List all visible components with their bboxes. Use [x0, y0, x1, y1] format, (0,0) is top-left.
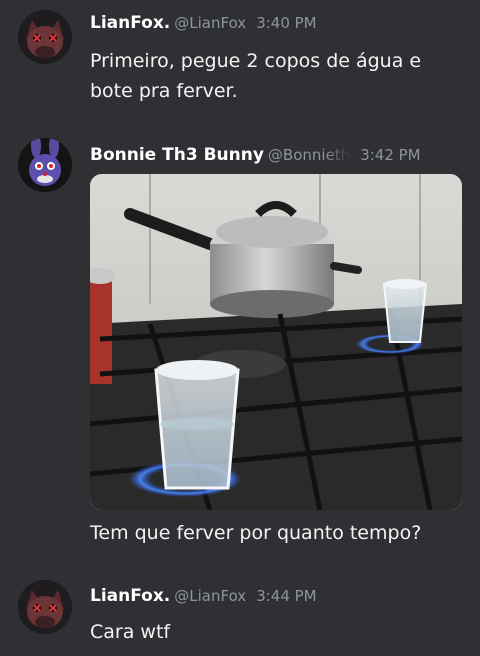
author-name[interactable]: LianFox. — [90, 586, 170, 606]
author-name[interactable]: LianFox. — [90, 13, 170, 33]
tweet-time[interactable]: 3:40 PM — [256, 14, 316, 32]
tweet-1-header: LianFox. @LianFox 3:40 PM — [90, 12, 466, 34]
author-handle[interactable]: @LianFox — [174, 587, 246, 605]
tweet-1-text: Primeiro, pegue 2 copos de água e bote p… — [90, 46, 460, 106]
author-handle[interactable]: @Bonnieth — [268, 144, 350, 166]
tweet-text-line: bote pra ferver. — [90, 80, 238, 102]
author-handle[interactable]: @LianFox — [174, 14, 246, 32]
tweet-3-text: Cara wtf — [90, 621, 171, 643]
bunny-avatar-icon[interactable] — [18, 138, 72, 192]
author-name[interactable]: Bonnie Th3 Bunny — [90, 145, 264, 165]
tweet-time[interactable]: 3:44 PM — [256, 587, 316, 605]
tweet-text-line: Primeiro, pegue 2 copos de água e — [90, 50, 422, 72]
tweet-3-header: LianFox. @LianFox 3:44 PM — [90, 585, 466, 607]
tweet-time[interactable]: 3:42 PM — [360, 146, 420, 164]
tweet-2-header: Bonnie Th3 Bunny @Bonnieth 3:42 PM — [90, 144, 466, 166]
fox-avatar-icon[interactable] — [18, 10, 72, 64]
tweet-2-text: Tem que ferver por quanto tempo? — [90, 522, 422, 544]
fox-avatar-icon[interactable] — [18, 580, 72, 634]
stove-photo-icon[interactable] — [90, 174, 462, 510]
